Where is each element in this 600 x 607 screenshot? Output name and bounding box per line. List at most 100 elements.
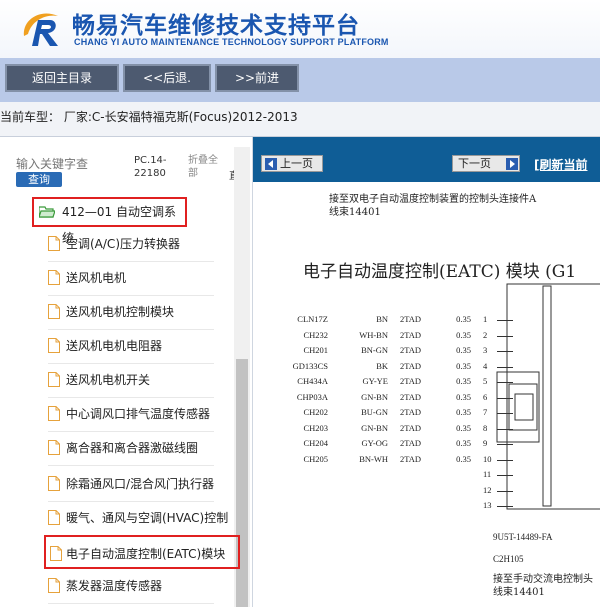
document-icon	[48, 510, 60, 525]
pin-row: CH202 BU-GN 2TAD 0.35 7	[253, 407, 513, 423]
prev-page-label: 上一页	[280, 157, 313, 170]
tree-folder-auto-ac[interactable]: 412—01 自动空调系统	[32, 197, 187, 245]
tree-item[interactable]: 蒸发器温度传感器	[48, 569, 214, 604]
search-input[interactable]	[16, 155, 112, 173]
tree-item[interactable]: 送风机电机	[48, 261, 214, 296]
pin-circuit: CH434A	[297, 376, 328, 386]
pin-gauge: 0.35	[456, 391, 471, 402]
tree-item-label: 送风机电机控制模块	[66, 305, 175, 319]
document-icon	[48, 476, 60, 491]
pin-size: 2TAD	[399, 422, 421, 433]
scrollbar-thumb[interactable]	[236, 359, 248, 607]
pin-color: BN-WH	[359, 453, 388, 464]
pin-pin: 9	[483, 438, 488, 448]
pin-color: BN	[376, 314, 388, 324]
pin-gauge: 0.35	[456, 329, 471, 340]
pin-pin: 1	[483, 314, 488, 324]
tree-item-label: 中心调风口排气温度传感器	[66, 407, 211, 421]
collapse-all-link[interactable]: 折叠全部	[188, 154, 222, 180]
tree-panel: 查询 PC.14-22180 折叠全部 直 412—01 自动空调系统 空调(A…	[0, 137, 253, 607]
tree-item[interactable]: 送风机电机电阻器	[48, 329, 214, 364]
pin-gauge: 0.35	[456, 453, 471, 464]
open-folder-icon	[39, 206, 55, 218]
pin-row: CH204 GY-OG 2TAD 0.35 9	[253, 438, 513, 454]
document-icon	[48, 406, 60, 421]
harness-note: 线束14401	[329, 207, 381, 218]
connector-diagram	[496, 283, 600, 510]
back-button[interactable]: <<后退.	[123, 64, 211, 92]
tree-item[interactable]: 暖气、通风与空调(HVAC)控制	[48, 501, 228, 536]
current-vehicle-bar: 当前车型： 厂家:C-长安福特福克斯(Focus)2012-2013	[0, 102, 600, 137]
pin-circuit: GD133CS	[292, 360, 328, 371]
document-icon	[48, 372, 60, 387]
pin-row: 13	[253, 500, 513, 516]
tree-item-label: 送风机电机电阻器	[66, 339, 163, 353]
harness-note-2: 线束14401	[493, 587, 545, 598]
pin-gauge: 0.35	[456, 438, 471, 448]
pin-circuit: CH232	[303, 329, 328, 340]
app-title: 畅易汽车维修技术支持平台	[72, 13, 360, 39]
pin-row: CH205 BN-WH 2TAD 0.35 10	[253, 454, 513, 470]
document-icon	[48, 578, 60, 593]
pin-gauge: 0.35	[456, 407, 471, 417]
current-vehicle-text: 当前车型： 厂家:C-长安福特福克斯(Focus)2012-2013	[0, 110, 298, 124]
prev-page-button[interactable]: 上一页	[261, 155, 323, 172]
search-button[interactable]: 查询	[16, 172, 62, 187]
pc-code: PC.14-22180	[134, 155, 167, 179]
next-page-button[interactable]: 下一页	[452, 155, 520, 172]
pin-row: CH201 BN-GN 2TAD 0.35 3	[253, 345, 513, 361]
document-icon	[50, 546, 62, 561]
document-viewer: 上一页 下一页 [刷新当前 接至双电子自动温度控制装置的控制头连接件A 线束14…	[253, 137, 600, 607]
pin-gauge: 0.35	[456, 345, 471, 355]
pin-pin: 12	[483, 484, 492, 495]
pin-color: GY-OG	[361, 438, 388, 448]
pin-row: CH203 GN-BN 2TAD 0.35 8	[253, 423, 513, 439]
tree-item-label: 送风机电机开关	[66, 373, 151, 387]
pin-size: 2TAD	[399, 329, 421, 340]
pin-gauge: 0.35	[456, 422, 471, 433]
pin-color: BU-GN	[361, 407, 388, 417]
home-button[interactable]: 返回主目录	[5, 64, 119, 92]
pin-size: 2TAD	[399, 314, 421, 324]
pin-row: GD133CS BK 2TAD 0.35 4	[253, 361, 513, 377]
pin-pin: 8	[483, 422, 488, 433]
pin-row: CH232 WH-BN 2TAD 0.35 2	[253, 330, 513, 346]
connector-id: C2H105	[493, 554, 524, 564]
pin-circuit: CH204	[303, 438, 328, 448]
toolbar: 返回主目录 <<后退. >>前进	[0, 58, 600, 102]
pin-gauge: 0.35	[456, 314, 471, 324]
tree-item[interactable]: 空调(A/C)压力转换器	[48, 227, 214, 262]
pin-row: CHP03A GN-BN 2TAD 0.35 6	[253, 392, 513, 408]
pin-color: BK	[376, 360, 388, 371]
header-banner: 畅易汽车维修技术支持平台 CHANG YI AUTO MAINTENANCE T…	[0, 0, 600, 58]
pin-size: 2TAD	[399, 376, 421, 386]
tree-item-label: 除霜通风口/混合风门执行器	[66, 477, 215, 491]
pin-circuit: CH201	[303, 345, 328, 355]
tree-item[interactable]: 除霜通风口/混合风门执行器	[48, 467, 214, 502]
pin-row: CH434A GY-YE 2TAD 0.35 5	[253, 376, 513, 392]
tree-item[interactable]: 送风机电机控制模块	[48, 295, 214, 330]
part-number: 9U5T-14489-FA	[493, 532, 553, 542]
pin-size: 2TAD	[399, 360, 421, 371]
tree-item-label: 空调(A/C)压力转换器	[66, 237, 180, 251]
tree-item-selected[interactable]: 电子自动温度控制(EATC)模块	[44, 535, 240, 569]
refresh-link[interactable]: [刷新当前	[534, 156, 588, 173]
pin-gauge: 0.35	[456, 376, 471, 386]
pin-pin: 5	[483, 376, 488, 386]
tree-item[interactable]: 离合器和离合器激磁线圈	[48, 431, 214, 466]
pin-size: 2TAD	[399, 345, 421, 355]
pin-circuit: CHP03A	[296, 391, 328, 402]
pin-color: WH-BN	[359, 329, 388, 340]
pin-circuit: CH202	[303, 407, 328, 417]
document-icon	[48, 440, 60, 455]
pin-pin: 13	[483, 500, 492, 510]
pin-size: 2TAD	[399, 453, 421, 464]
document-icon	[48, 270, 60, 285]
forward-button[interactable]: >>前进	[215, 64, 299, 92]
tree-item[interactable]: 中心调风口排气温度传感器	[48, 397, 214, 432]
tree-item[interactable]: 送风机电机开关	[48, 363, 214, 398]
pin-row: 11	[253, 469, 513, 485]
arrow-right-icon	[506, 158, 518, 170]
pin-size: 2TAD	[399, 407, 421, 417]
pin-circuit: CH203	[303, 422, 328, 433]
